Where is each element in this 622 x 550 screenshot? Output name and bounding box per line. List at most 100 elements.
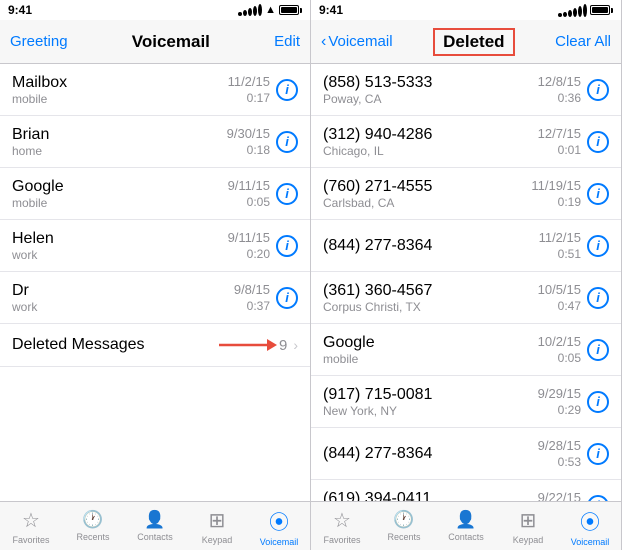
- deleted-call-7[interactable]: (844) 277-8364 9/28/15 0:53 i: [311, 428, 621, 480]
- right-tab-recents-label: Recents: [387, 532, 420, 542]
- deleted-info-icon-0[interactable]: i: [587, 79, 609, 101]
- right-recents-icon: 🕐: [393, 510, 414, 530]
- left-tab-favorites[interactable]: ☆ Favorites: [0, 508, 62, 545]
- left-nav-title: Voicemail: [132, 32, 210, 52]
- deleted-date-5: 10/2/15: [538, 334, 581, 349]
- left-tab-voicemail[interactable]: ⦿ Voicemail: [248, 506, 310, 547]
- clear-all-button[interactable]: Clear All: [555, 33, 611, 50]
- deleted-call-5[interactable]: Google mobile 10/2/15 0:05 i: [311, 324, 621, 376]
- right-nav-bar: ‹ Voicemail Deleted Clear All: [311, 20, 621, 64]
- deleted-number-2: (760) 271-4555: [323, 178, 531, 196]
- voicemail-item-0[interactable]: Mailbox mobile 11/2/15 0:17 i: [0, 64, 310, 116]
- voicemail-item-1[interactable]: Brian home 9/30/15 0:18 i: [0, 116, 310, 168]
- voicemail-list: Mailbox mobile 11/2/15 0:17 i Brian home…: [0, 64, 310, 501]
- voicemail-item-3[interactable]: Helen work 9/11/15 0:20 i: [0, 220, 310, 272]
- deleted-number-5: Google: [323, 334, 538, 352]
- deleted-call-8[interactable]: (619) 394-0411 San Diego:San Diego DA, C…: [311, 480, 621, 501]
- info-icon-1[interactable]: i: [276, 131, 298, 153]
- left-panel: 9:41 ▲ Greeting Voicemail Edit Mailbox: [0, 0, 311, 550]
- back-label: Voicemail: [328, 33, 392, 50]
- deleted-date-0: 12/8/15: [538, 74, 581, 89]
- voicemail-tab-icon: ⦿: [269, 506, 289, 535]
- left-status-icons: ▲: [238, 4, 302, 16]
- deleted-info-icon-6[interactable]: i: [587, 391, 609, 413]
- left-status-bar: 9:41 ▲: [0, 0, 310, 20]
- deleted-call-6[interactable]: (917) 715-0081 New York, NY 9/29/15 0:29…: [311, 376, 621, 428]
- item-dur-2: 0:05: [247, 195, 270, 209]
- deleted-call-2[interactable]: (760) 271-4555 Carlsbad, CA 11/19/15 0:1…: [311, 168, 621, 220]
- deleted-calls-list: (858) 513-5333 Poway, CA 12/8/15 0:36 i …: [311, 64, 621, 501]
- deleted-info-icon-1[interactable]: i: [587, 131, 609, 153]
- right-status-icons: [558, 4, 613, 17]
- right-tab-contacts[interactable]: 👤 Contacts: [435, 510, 497, 542]
- item-dur-3: 0:20: [247, 247, 270, 261]
- right-signal-icon: [558, 4, 587, 17]
- left-tab-recents[interactable]: 🕐 Recents: [62, 510, 124, 542]
- back-chevron-icon: ‹: [321, 33, 326, 51]
- right-tab-bar: ☆ Favorites 🕐 Recents 👤 Contacts ⊞ Keypa…: [311, 501, 621, 550]
- deleted-location-5: mobile: [323, 352, 538, 366]
- item-sub-4: work: [12, 300, 234, 314]
- deleted-messages-label: Deleted Messages: [12, 336, 217, 354]
- deleted-info-icon-7[interactable]: i: [587, 443, 609, 465]
- deleted-call-4[interactable]: (361) 360-4567 Corpus Christi, TX 10/5/1…: [311, 272, 621, 324]
- left-tab-bar: ☆ Favorites 🕐 Recents 👤 Contacts ⊞ Keypa…: [0, 501, 310, 550]
- greeting-button[interactable]: Greeting: [10, 33, 68, 50]
- right-tab-contacts-label: Contacts: [448, 532, 484, 542]
- info-icon-0[interactable]: i: [276, 79, 298, 101]
- left-signal-icon: [238, 4, 262, 16]
- deleted-location-2: Carlsbad, CA: [323, 196, 531, 210]
- edit-button[interactable]: Edit: [274, 33, 300, 50]
- deleted-call-0[interactable]: (858) 513-5333 Poway, CA 12/8/15 0:36 i: [311, 64, 621, 116]
- voicemail-item-4[interactable]: Dr work 9/8/15 0:37 i: [0, 272, 310, 324]
- right-tab-keypad[interactable]: ⊞ Keypad: [497, 508, 559, 545]
- deleted-location-4: Corpus Christi, TX: [323, 300, 538, 314]
- deleted-dur-2: 0:19: [558, 195, 581, 209]
- info-icon-4[interactable]: i: [276, 287, 298, 309]
- info-icon-2[interactable]: i: [276, 183, 298, 205]
- left-tab-keypad-label: Keypad: [202, 535, 233, 545]
- deleted-location-1: Chicago, IL: [323, 144, 538, 158]
- item-date-0: 11/2/15: [228, 74, 270, 89]
- deleted-dur-3: 0:51: [558, 247, 581, 261]
- info-icon-3[interactable]: i: [276, 235, 298, 257]
- deleted-date-1: 12/7/15: [538, 126, 581, 141]
- item-date-1: 9/30/15: [227, 126, 270, 141]
- left-tab-keypad[interactable]: ⊞ Keypad: [186, 508, 248, 545]
- item-name-4: Dr: [12, 282, 234, 300]
- left-wifi-icon: ▲: [265, 4, 276, 16]
- deleted-call-3[interactable]: (844) 277-8364 11/2/15 0:51 i: [311, 220, 621, 272]
- right-contacts-icon: 👤: [455, 510, 476, 530]
- deleted-date-4: 10/5/15: [538, 282, 581, 297]
- item-dur-1: 0:18: [247, 143, 270, 157]
- item-name-1: Brian: [12, 126, 227, 144]
- item-name-0: Mailbox: [12, 74, 228, 92]
- deleted-number-0: (858) 513-5333: [323, 74, 538, 92]
- right-favorites-icon: ☆: [333, 508, 351, 533]
- right-time: 9:41: [319, 3, 343, 17]
- right-tab-favorites[interactable]: ☆ Favorites: [311, 508, 373, 545]
- deleted-dur-5: 0:05: [558, 351, 581, 365]
- deleted-info-icon-5[interactable]: i: [587, 339, 609, 361]
- right-tab-voicemail[interactable]: ⦿ Voicemail: [559, 506, 621, 547]
- deleted-messages-row[interactable]: Deleted Messages 9 ›: [0, 324, 310, 367]
- left-tab-recents-label: Recents: [76, 532, 109, 542]
- deleted-call-1[interactable]: (312) 940-4286 Chicago, IL 12/7/15 0:01 …: [311, 116, 621, 168]
- deleted-info-icon-4[interactable]: i: [587, 287, 609, 309]
- right-tab-keypad-label: Keypad: [513, 535, 544, 545]
- item-name-2: Google: [12, 178, 228, 196]
- voicemail-back-button[interactable]: ‹ Voicemail: [321, 33, 393, 51]
- item-sub-2: mobile: [12, 196, 228, 210]
- deleted-info-icon-3[interactable]: i: [587, 235, 609, 257]
- left-tab-contacts[interactable]: 👤 Contacts: [124, 510, 186, 542]
- left-time: 9:41: [8, 3, 32, 17]
- deleted-number-8: (619) 394-0411: [323, 490, 538, 502]
- voicemail-item-2[interactable]: Google mobile 9/11/15 0:05 i: [0, 168, 310, 220]
- right-tab-recents[interactable]: 🕐 Recents: [373, 510, 435, 542]
- deleted-dur-1: 0:01: [558, 143, 581, 157]
- deleted-number-1: (312) 940-4286: [323, 126, 538, 144]
- deleted-dur-4: 0:47: [558, 299, 581, 313]
- left-battery-icon: [279, 5, 302, 15]
- deleted-info-icon-2[interactable]: i: [587, 183, 609, 205]
- chevron-right-icon: ›: [293, 337, 298, 353]
